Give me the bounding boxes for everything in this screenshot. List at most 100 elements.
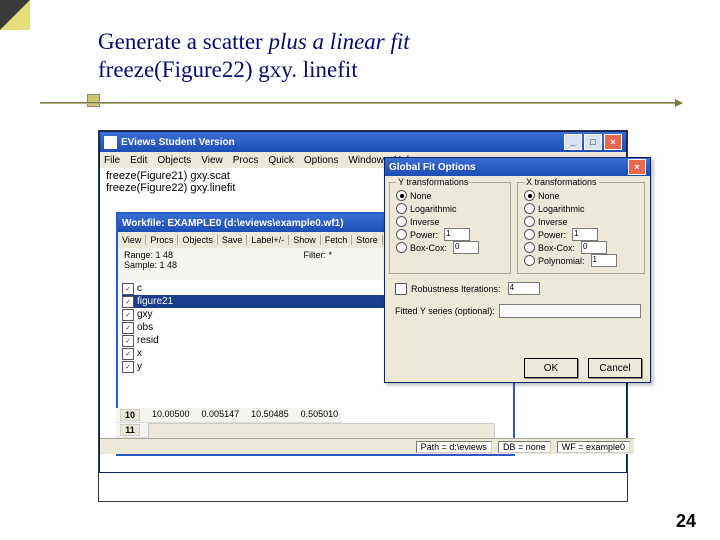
- cell: 0.505010: [301, 409, 339, 421]
- menu-options[interactable]: Options: [304, 155, 338, 166]
- maximize-button[interactable]: □: [584, 134, 602, 150]
- poly-input[interactable]: 1: [591, 254, 617, 267]
- global-fit-dialog: Global Fit Options × Y transformations N…: [384, 157, 651, 383]
- dialog-close-button[interactable]: ×: [628, 159, 646, 175]
- horizontal-scrollbar[interactable]: [148, 423, 495, 439]
- radio-label: Logarithmic: [410, 204, 457, 214]
- radio-x-inverse[interactable]: Inverse: [518, 215, 644, 228]
- x-transformations-group: X transformations None Logarithmic Inver…: [517, 182, 645, 274]
- cell: 10.50485: [251, 409, 289, 421]
- checkbox-icon[interactable]: ✓: [122, 283, 134, 295]
- radio-icon: [524, 229, 535, 240]
- menu-quick[interactable]: Quick: [268, 155, 294, 166]
- screenshot-region: EViews Student Version _ □ × File Edit O…: [98, 130, 628, 502]
- workfile-range: Range: 1 48: [124, 250, 303, 260]
- robustness-row: Robustness Iterations: 4: [395, 282, 540, 295]
- list-label: obs: [137, 322, 153, 333]
- radio-icon: [524, 255, 535, 266]
- robust-label: Robustness Iterations:: [411, 284, 501, 294]
- status-db: DB = none: [498, 441, 551, 453]
- radio-y-power[interactable]: Power: 1: [390, 228, 510, 241]
- radio-x-boxcox[interactable]: Box-Cox: 0: [518, 241, 644, 254]
- power-input[interactable]: 1: [572, 228, 598, 241]
- checkbox-icon[interactable]: ✓: [122, 348, 134, 360]
- list-label: x: [137, 348, 142, 359]
- list-label: figure21: [137, 296, 173, 307]
- page-title: Generate a scatter plus a linear fit fre…: [98, 28, 410, 83]
- page-number: 24: [676, 511, 696, 532]
- radio-label: Box-Cox:: [538, 243, 575, 253]
- radio-y-boxcox[interactable]: Box-Cox: 0: [390, 241, 510, 254]
- wf-tool-procs[interactable]: Procs: [146, 235, 178, 245]
- radio-label: Logarithmic: [538, 204, 585, 214]
- cancel-button[interactable]: Cancel: [588, 358, 642, 378]
- wf-tool-show[interactable]: Show: [289, 235, 321, 245]
- title-divider: [40, 102, 680, 104]
- radio-x-poly[interactable]: Polynomial: 1: [518, 254, 644, 267]
- robust-input[interactable]: 4: [508, 282, 540, 295]
- radio-icon: [396, 242, 407, 253]
- title-line2: freeze(Figure22) gxy. linefit: [98, 57, 358, 82]
- list-label: c: [137, 283, 142, 294]
- robust-checkbox[interactable]: [395, 283, 407, 295]
- radio-y-none[interactable]: None: [390, 189, 510, 202]
- dialog-titlebar[interactable]: Global Fit Options ×: [385, 158, 650, 176]
- power-input[interactable]: 1: [444, 228, 470, 241]
- boxcox-input[interactable]: 0: [581, 241, 607, 254]
- radio-x-none[interactable]: None: [518, 189, 644, 202]
- radio-icon: [396, 203, 407, 214]
- fitted-input[interactable]: [499, 304, 641, 318]
- cell: 10.00500: [152, 409, 190, 421]
- dialog-body: Y transformations None Logarithmic Inver…: [385, 176, 650, 384]
- ok-button[interactable]: OK: [524, 358, 578, 378]
- radio-x-log[interactable]: Logarithmic: [518, 202, 644, 215]
- wf-tool-fetch[interactable]: Fetch: [321, 235, 353, 245]
- workfile-title-text: Workfile: EXAMPLE0 (d:\eviews\example0.w…: [122, 218, 344, 229]
- fitted-label: Fitted Y series (optional):: [395, 306, 495, 316]
- app-titlebar[interactable]: EViews Student Version _ □ ×: [100, 132, 626, 152]
- wf-tool-save[interactable]: Save: [218, 235, 248, 245]
- radio-label: None: [538, 191, 560, 201]
- wf-tool-label[interactable]: Label+/-: [247, 235, 289, 245]
- checkbox-icon[interactable]: ✓: [122, 361, 134, 373]
- title-text-italic: plus a linear fit: [268, 29, 409, 54]
- radio-label: Inverse: [538, 217, 568, 227]
- menu-view[interactable]: View: [201, 155, 223, 166]
- menu-edit[interactable]: Edit: [130, 155, 147, 166]
- radio-icon: [396, 190, 407, 201]
- checkbox-icon[interactable]: ✓: [122, 335, 134, 347]
- status-bar: Path = d:\eviews DB = none WF = example0: [100, 438, 634, 454]
- menu-window[interactable]: Window: [348, 155, 384, 166]
- menu-objects[interactable]: Objects: [157, 155, 191, 166]
- wf-tool-store[interactable]: Store: [352, 235, 383, 245]
- title-text-a: Generate a scatter: [98, 29, 268, 54]
- radio-label: Power:: [410, 230, 438, 240]
- radio-icon: [524, 203, 535, 214]
- cell: 0.005147: [202, 409, 240, 421]
- radio-label: Inverse: [410, 217, 440, 227]
- menu-procs[interactable]: Procs: [233, 155, 259, 166]
- radio-y-log[interactable]: Logarithmic: [390, 202, 510, 215]
- radio-label: None: [410, 191, 432, 201]
- wf-tool-objects[interactable]: Objects: [178, 235, 218, 245]
- app-icon: [104, 136, 117, 149]
- boxcox-input[interactable]: 0: [453, 241, 479, 254]
- checkbox-icon[interactable]: ✓: [122, 322, 134, 334]
- list-label: resid: [137, 335, 159, 346]
- checkbox-icon[interactable]: ✓: [122, 296, 134, 308]
- radio-label: Box-Cox:: [410, 243, 447, 253]
- radio-icon: [396, 229, 407, 240]
- row-label: 11: [120, 424, 140, 436]
- radio-label: Power:: [538, 230, 566, 240]
- table-row: 10 10.00500 0.005147 10.50485 0.505010: [116, 408, 342, 423]
- minimize-button[interactable]: _: [564, 134, 582, 150]
- wf-tool-view[interactable]: View: [118, 235, 146, 245]
- radio-x-power[interactable]: Power: 1: [518, 228, 644, 241]
- menu-file[interactable]: File: [104, 155, 120, 166]
- checkbox-icon[interactable]: ✓: [122, 309, 134, 321]
- radio-y-inverse[interactable]: Inverse: [390, 215, 510, 228]
- status-wf: WF = example0: [557, 441, 630, 453]
- radio-label: Polynomial:: [538, 256, 585, 266]
- close-button[interactable]: ×: [604, 134, 622, 150]
- radio-icon: [524, 216, 535, 227]
